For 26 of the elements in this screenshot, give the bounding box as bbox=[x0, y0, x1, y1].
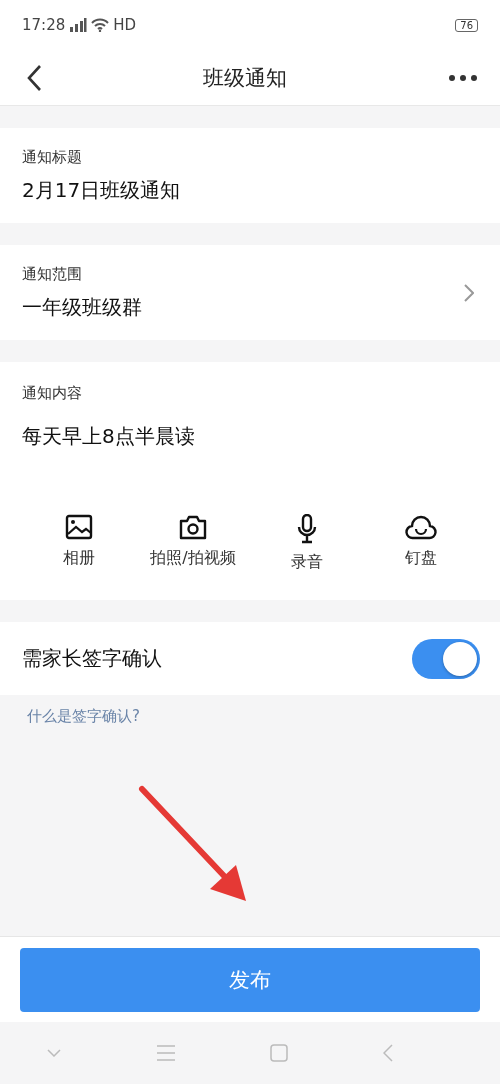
status-time: 17:28 bbox=[22, 16, 66, 34]
network-label: HD bbox=[113, 16, 137, 34]
attachment-label[interactable]: 相册 bbox=[63, 548, 95, 569]
toggle-switch[interactable] bbox=[412, 638, 480, 679]
field-value: 一年级班级群 bbox=[22, 293, 142, 321]
field-label: 通知标题 bbox=[22, 147, 83, 167]
content-text: 每天早上8点半晨读 bbox=[22, 423, 196, 450]
attachment-label[interactable]: 拍照/拍视频 bbox=[150, 548, 236, 569]
microphone-icon[interactable] bbox=[296, 514, 318, 544]
battery-indicator: 76 bbox=[455, 18, 478, 32]
field-value: 2月17日班级通知 bbox=[22, 176, 181, 204]
field-label: 通知内容 bbox=[22, 384, 83, 403]
camera-icon[interactable] bbox=[178, 514, 208, 540]
attachment-label[interactable]: 录音 bbox=[291, 552, 323, 573]
chevron-icon[interactable] bbox=[464, 283, 474, 302]
help-link[interactable]: 什么是签字确认? bbox=[27, 707, 140, 726]
signal-icon bbox=[69, 18, 88, 32]
image-icon[interactable] bbox=[65, 514, 93, 540]
back-icon[interactable] bbox=[26, 63, 42, 92]
cloud-icon[interactable] bbox=[405, 514, 437, 540]
wifi-icon bbox=[91, 18, 110, 32]
attachment-label[interactable]: 钉盘 bbox=[405, 548, 437, 569]
toggle-label: 需家长签字确认 bbox=[22, 645, 162, 672]
more-icon[interactable] bbox=[448, 73, 478, 82]
field-label: 通知范围 bbox=[22, 264, 83, 284]
page-title: 班级通知 bbox=[203, 64, 287, 92]
